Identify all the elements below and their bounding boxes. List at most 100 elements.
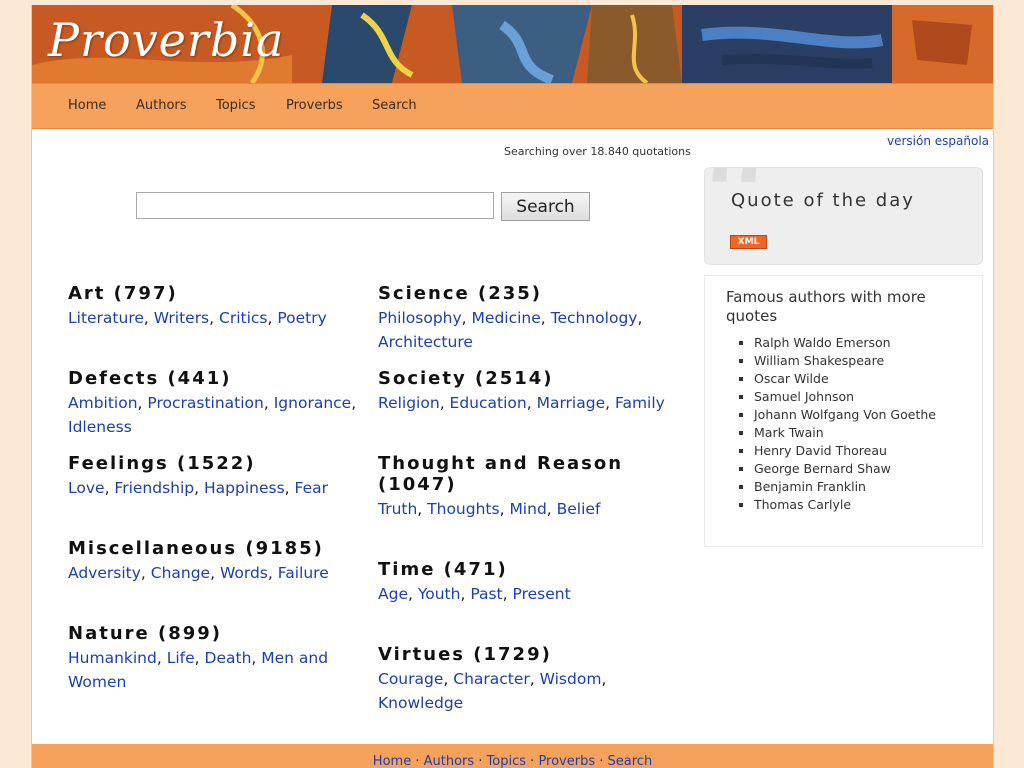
category-links: Religion, Education, Marriage, Family [378, 391, 668, 415]
category-title[interactable]: Art (797) [68, 283, 358, 304]
search-input[interactable] [136, 192, 494, 219]
footer-separator: · [526, 754, 539, 768]
category-title[interactable]: Society (2514) [378, 368, 668, 389]
category-title[interactable]: Nature (899) [68, 623, 358, 644]
category-links: Adversity, Change, Words, Failure [68, 561, 358, 585]
category-title[interactable]: Science (235) [378, 283, 668, 304]
author-link[interactable]: Henry David Thoreau [754, 442, 936, 460]
category-block: Miscellaneous (9185) Adversity, Change, W… [68, 538, 358, 585]
author-link[interactable]: William Shakespeare [754, 352, 936, 370]
category-title[interactable]: Defects (441) [68, 368, 358, 389]
topic-link[interactable]: Character [453, 670, 530, 688]
topic-link[interactable]: Knowledge [378, 694, 463, 712]
topic-link[interactable]: Words [220, 564, 268, 582]
author-link[interactable]: Mark Twain [754, 424, 936, 442]
topic-link[interactable]: Courage [378, 670, 443, 688]
topic-link[interactable]: Life [167, 649, 195, 667]
nav-topics[interactable]: Topics [216, 98, 255, 113]
topic-link[interactable]: Architecture [378, 333, 473, 351]
author-link[interactable]: George Bernard Shaw [754, 460, 936, 478]
topic-link[interactable]: Ambition [68, 394, 138, 412]
link-separator: , [499, 500, 510, 518]
author-link[interactable]: Johann Wolfgang Von Goethe [754, 406, 936, 424]
xml-feed-icon[interactable]: XML [730, 235, 767, 249]
topic-link[interactable]: Family [615, 394, 665, 412]
footer-link[interactable]: Authors [424, 754, 475, 768]
topic-link[interactable]: Belief [557, 500, 601, 518]
site-logo[interactable]: Proverbia [48, 13, 284, 67]
nav-search[interactable]: Search [372, 98, 417, 113]
topic-link[interactable]: Wisdom [540, 670, 602, 688]
link-separator: , [263, 394, 274, 412]
topic-link[interactable]: Failure [278, 564, 329, 582]
topic-link[interactable]: Education [450, 394, 527, 412]
link-separator: , [156, 649, 167, 667]
topic-link[interactable]: Mind [509, 500, 546, 518]
topic-link[interactable]: Present [513, 585, 571, 603]
category-title[interactable]: Time (471) [378, 559, 668, 580]
link-separator: , [526, 394, 537, 412]
topic-link[interactable]: Change [151, 564, 210, 582]
topic-link[interactable]: Literature [68, 309, 144, 327]
category-links: Literature, Writers, Critics, Poetry [68, 306, 358, 330]
topic-link[interactable]: Truth [378, 500, 417, 518]
link-separator: , [351, 394, 357, 412]
topic-link[interactable]: Youth [418, 585, 461, 603]
topic-link[interactable]: Death [205, 649, 252, 667]
footer-nav: Home · Authors · Topics · Proverbs · Sea… [32, 744, 993, 768]
topic-link[interactable]: Love [68, 479, 105, 497]
spanish-version-link[interactable]: versión española [887, 134, 989, 148]
topic-link[interactable]: Adversity [68, 564, 141, 582]
link-separator: , [209, 309, 219, 327]
topic-link[interactable]: Technology [551, 309, 638, 327]
category-title[interactable]: Miscellaneous (9185) [68, 538, 358, 559]
topic-link[interactable]: Idleness [68, 418, 132, 436]
category-title[interactable]: Feelings (1522) [68, 453, 358, 474]
topic-link[interactable]: Age [378, 585, 408, 603]
topic-link[interactable]: Religion [378, 394, 440, 412]
author-link[interactable]: Samuel Johnson [754, 388, 936, 406]
quotation-count: Searching over 18.840 quotations [504, 145, 691, 158]
topic-link[interactable]: Friendship [114, 479, 194, 497]
topic-link[interactable]: Procrastination [147, 394, 263, 412]
topic-link[interactable]: Ignorance [274, 394, 351, 412]
nav-home[interactable]: Home [68, 98, 106, 113]
link-separator: , [460, 585, 471, 603]
category-title[interactable]: Thought and Reason (1047) [378, 453, 668, 495]
footer-link[interactable]: Topics [487, 754, 526, 768]
topic-link[interactable]: Medicine [472, 309, 541, 327]
topic-link[interactable]: Past [470, 585, 502, 603]
quote-of-the-day-title: Quote of the day [731, 190, 915, 211]
link-separator: , [251, 649, 262, 667]
footer-link[interactable]: Home [373, 754, 411, 768]
page: Proverbia Home Authors Topics Proverbs S… [31, 5, 994, 768]
link-separator: , [546, 500, 557, 518]
link-separator: , [140, 564, 151, 582]
author-link[interactable]: Thomas Carlyle [754, 496, 936, 514]
footer-link[interactable]: Search [608, 754, 653, 768]
topic-link[interactable]: Philosophy [378, 309, 462, 327]
author-link[interactable]: Oscar Wilde [754, 370, 936, 388]
link-separator: , [267, 309, 278, 327]
nav-proverbs[interactable]: Proverbs [286, 98, 343, 113]
search-button[interactable]: Search [501, 192, 590, 221]
topic-link[interactable]: Marriage [537, 394, 606, 412]
main-nav: Home Authors Topics Proverbs Search [32, 83, 993, 129]
author-link[interactable]: Ralph Waldo Emerson [754, 334, 936, 352]
quote-mark-icon: “ [704, 167, 774, 265]
category-title[interactable]: Virtues (1729) [378, 644, 668, 665]
topic-link[interactable]: Humankind [68, 649, 157, 667]
category-block: Thought and Reason (1047) Truth, Thoughts… [378, 453, 668, 521]
topic-link[interactable]: Fear [295, 479, 328, 497]
topic-link[interactable]: Happiness [204, 479, 285, 497]
topic-link[interactable]: Critics [219, 309, 267, 327]
famous-authors-list: Ralph Waldo EmersonWilliam ShakespeareOs… [725, 334, 936, 514]
topic-link[interactable]: Thoughts [427, 500, 499, 518]
category-links: Philosophy, Medicine, Technology, Archit… [378, 306, 668, 354]
link-separator: , [417, 500, 428, 518]
author-link[interactable]: Benjamin Franklin [754, 478, 936, 496]
footer-link[interactable]: Proverbs [538, 754, 595, 768]
nav-authors[interactable]: Authors [136, 98, 187, 113]
topic-link[interactable]: Poetry [277, 309, 326, 327]
topic-link[interactable]: Writers [154, 309, 209, 327]
